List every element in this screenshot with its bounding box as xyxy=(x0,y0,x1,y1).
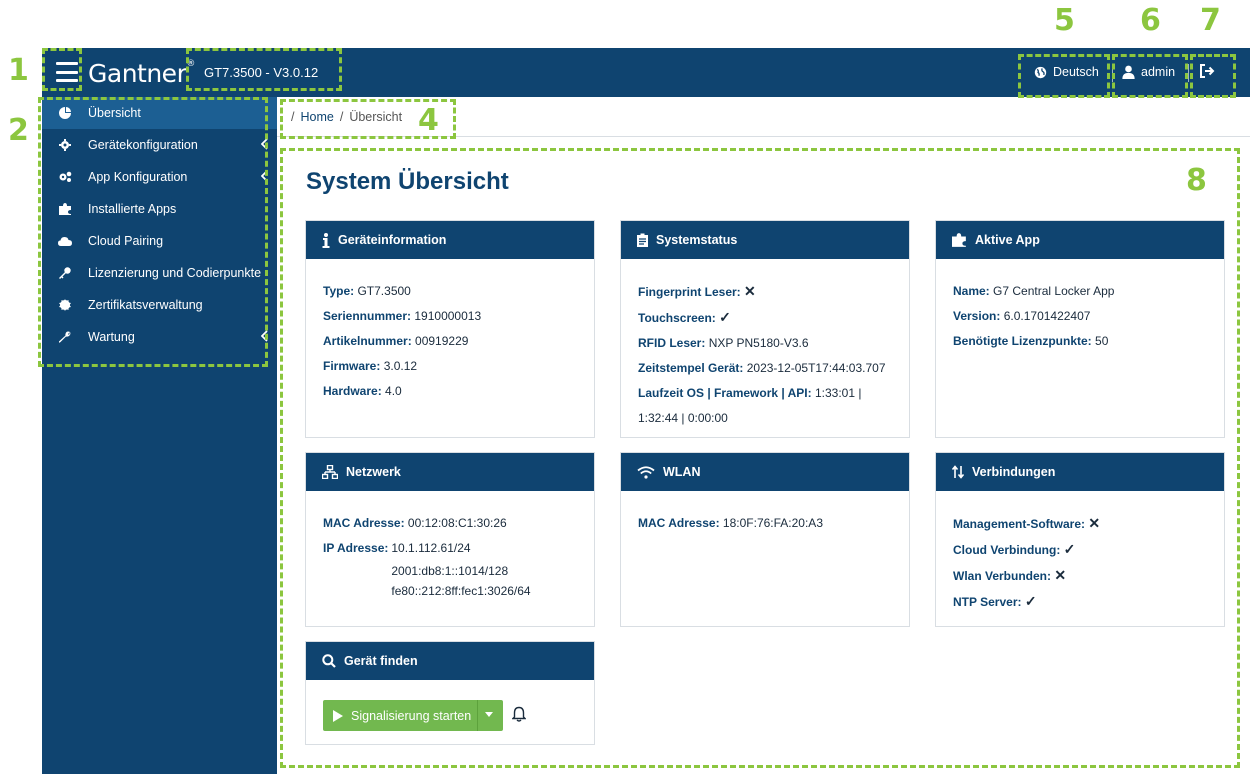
annotation-box-2 xyxy=(38,97,268,367)
annotation-box-4 xyxy=(280,99,456,139)
brand-logo: Gantner® xyxy=(88,59,195,88)
annotation-box-6 xyxy=(1112,54,1188,98)
callout-6: 6 xyxy=(1140,3,1161,38)
topbar-divider xyxy=(1188,64,1189,82)
callout-7: 7 xyxy=(1200,3,1221,38)
callout-5: 5 xyxy=(1054,3,1075,38)
annotation-box-5 xyxy=(1018,54,1110,98)
app-root: 1 2 3 4 5 6 7 8 Gantner® GT7.3500 - V3.0… xyxy=(0,0,1250,774)
callout-1: 1 xyxy=(8,53,29,88)
annotation-box-7 xyxy=(1190,54,1236,98)
callout-2: 2 xyxy=(8,113,29,148)
annotation-box-1 xyxy=(42,48,82,91)
annotation-box-8 xyxy=(280,148,1240,768)
annotation-box-3 xyxy=(186,48,342,91)
